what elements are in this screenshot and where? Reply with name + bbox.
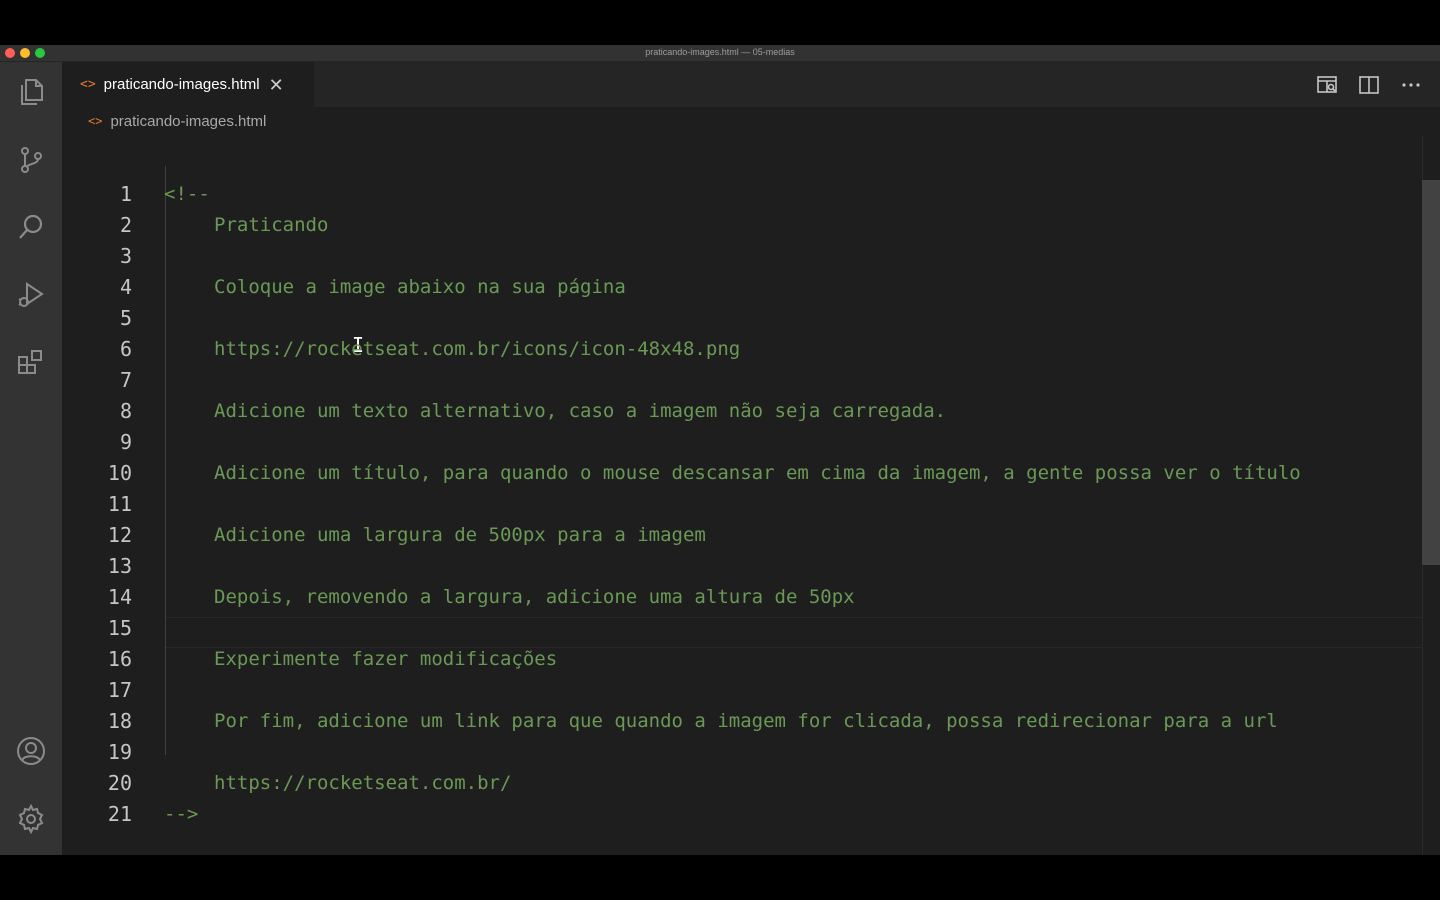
activity-bar — [0, 62, 62, 855]
line-number: 7 — [119, 368, 132, 392]
code-line[interactable]: 6 https://rocketseat.com.br/icons/icon-48… — [62, 334, 1422, 365]
code-text: Depois, removendo a largura, adicione um… — [214, 586, 855, 608]
line-number: 6 — [119, 337, 132, 361]
url-link: https://rocketseat.com.br/icons/icon-48x… — [214, 338, 741, 360]
code-line[interactable]: 8 Adicione um texto alternativo, caso a i… — [62, 396, 1422, 427]
html-file-icon: <> — [80, 77, 96, 92]
code-line[interactable]: 15 — [62, 613, 1422, 644]
line-number: 15 — [107, 616, 132, 640]
line-number: 1 — [119, 182, 132, 206]
split-editor-icon[interactable] — [1358, 74, 1380, 96]
line-number: 10 — [107, 461, 132, 485]
code-line[interactable]: 21 --> — [62, 799, 1422, 830]
window-title: praticando-images.html — 05-medias — [645, 47, 795, 57]
code-line[interactable]: 5 — [62, 303, 1422, 334]
line-number: 4 — [119, 275, 132, 299]
code-text: --> — [164, 803, 199, 825]
extensions-button[interactable] — [13, 345, 49, 381]
code-line[interactable]: 7 — [62, 365, 1422, 396]
line-number: 20 — [107, 771, 132, 795]
html-file-icon: <> — [88, 114, 103, 128]
search-button[interactable] — [13, 209, 49, 245]
gear-icon — [18, 803, 44, 835]
code-line[interactable]: 11 — [62, 489, 1422, 520]
extensions-icon — [18, 350, 42, 374]
code-line[interactable]: 4 Coloque a image abaixo na sua página — [62, 272, 1422, 303]
tab-praticando-images[interactable]: <> praticando-images.html ✕ — [62, 62, 314, 107]
code-text: Adicione uma largura de 500px para a ima… — [214, 524, 706, 546]
line-number: 11 — [107, 492, 132, 516]
code-line[interactable]: 19 — [62, 737, 1422, 768]
line-number: 21 — [107, 802, 132, 826]
line-number: 12 — [107, 523, 132, 547]
tab-bar: <> praticando-images.html ✕ — [62, 62, 1440, 107]
tab-label: praticando-images.html — [103, 76, 260, 93]
run-debug-button[interactable] — [13, 277, 49, 313]
code-line[interactable]: 2 Praticando — [62, 210, 1422, 241]
files-icon — [21, 79, 43, 105]
title-bar: praticando-images.html — 05-medias — [0, 45, 1440, 62]
editor-actions — [1316, 74, 1422, 96]
line-number: 3 — [119, 244, 132, 268]
line-number: 17 — [107, 678, 132, 702]
code-line[interactable]: 14 Depois, removendo a largura, adicione … — [62, 582, 1422, 613]
line-number: 9 — [119, 430, 132, 454]
source-control-icon — [21, 147, 42, 173]
line-number: 8 — [119, 399, 132, 423]
line-number: 13 — [107, 554, 132, 578]
line-number: 16 — [107, 647, 132, 671]
code-line[interactable]: 3 — [62, 241, 1422, 272]
line-number: 14 — [107, 585, 132, 609]
accounts-button[interactable] — [13, 733, 49, 769]
code-text: Adicione um título, para quando o mouse … — [214, 462, 1301, 484]
more-actions-icon[interactable] — [1400, 74, 1422, 96]
code-text: Coloque a image abaixo na sua página — [214, 276, 626, 298]
source-control-button[interactable] — [13, 142, 49, 178]
settings-button[interactable] — [13, 801, 49, 837]
run-debug-icon — [18, 282, 44, 307]
code-line[interactable]: 17 — [62, 675, 1422, 706]
explorer-button[interactable] — [13, 74, 49, 110]
code-line[interactable]: 13 — [62, 551, 1422, 582]
code-editor[interactable]: I 1 <!-- 2 Praticando 3 4 Coloque a image abai… — [62, 135, 1440, 855]
code-text: Por fim, adicione um link para que quand… — [214, 710, 1278, 732]
account-icon — [17, 737, 45, 765]
code-text: <!-- — [164, 183, 210, 205]
code-line[interactable]: 20 https://rocketseat.com.br/ — [62, 768, 1422, 799]
code-line[interactable]: 18 Por fim, adicione um link para que qua… — [62, 706, 1422, 737]
line-number: 19 — [107, 740, 132, 764]
code-line[interactable]: 9 — [62, 427, 1422, 458]
code-text: Experimente fazer modificações — [214, 648, 558, 670]
line-number: 18 — [107, 709, 132, 733]
line-number: 2 — [119, 213, 132, 237]
code-line[interactable]: 12 Adicione uma largura de 500px para a i… — [62, 520, 1422, 551]
breadcrumb-file[interactable]: praticando-images.html — [110, 113, 266, 130]
code-line[interactable]: 1 <!-- — [62, 179, 1422, 210]
search-icon — [19, 214, 43, 239]
code-line[interactable]: 16 Experimente fazer modificações — [62, 644, 1422, 675]
vscode-window: praticando-images.html — 05-medias <> pr… — [0, 45, 1440, 855]
code-text: Praticando — [214, 214, 329, 236]
url-link: https://rocketseat.com.br/ — [214, 772, 512, 794]
line-number: 5 — [119, 306, 132, 330]
close-tab-icon[interactable]: ✕ — [269, 76, 284, 94]
scrollbar-thumb[interactable] — [1422, 180, 1440, 565]
open-preview-icon[interactable] — [1316, 74, 1338, 96]
code-text: Adicione um texto alternativo, caso a im… — [214, 400, 947, 422]
code-line[interactable]: 10 Adicione um título, para quando o mous… — [62, 458, 1422, 489]
breadcrumb: <> praticando-images.html — [62, 107, 1440, 135]
